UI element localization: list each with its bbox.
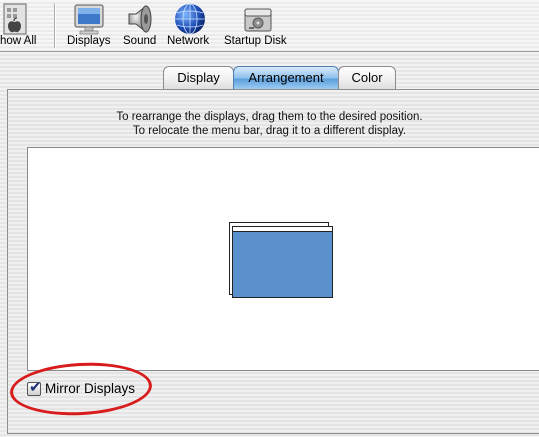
instruction-line-2: To relocate the menu bar, drag it to a d… — [132, 125, 407, 137]
tab-arrangement[interactable]: Arrangement — [233, 66, 339, 89]
startup-disk-label: Startup Disk — [224, 35, 287, 47]
show-all-button[interactable]: how All — [0, 0, 42, 52]
startup-disk-button[interactable]: Startup Disk — [222, 0, 292, 52]
sound-icon — [128, 4, 152, 34]
network-button[interactable]: Network — [166, 0, 216, 52]
show-all-label: how All — [0, 35, 37, 47]
tab-display[interactable]: Display — [163, 66, 234, 89]
displays-label: Displays — [67, 35, 111, 47]
startup-disk-icon — [244, 8, 272, 32]
network-label: Network — [167, 35, 210, 47]
sound-label: Sound — [123, 35, 157, 47]
instruction-line-1: To rearrange the displays, drag them to … — [116, 111, 423, 123]
displays-icon — [74, 4, 104, 35]
sound-button[interactable]: Sound — [121, 0, 161, 52]
window: how All Displays Sound Network Startup D… — [0, 0, 539, 437]
toolbar: how All Displays Sound Network Startup D… — [0, 0, 539, 52]
apple-icon — [3, 3, 27, 35]
displays-button[interactable]: Displays — [65, 0, 113, 52]
tab-color[interactable]: Color — [338, 66, 396, 89]
toolbar-separator — [54, 4, 55, 48]
menu-bar-handle[interactable] — [233, 227, 332, 232]
network-globe-icon — [175, 3, 205, 35]
display-thumbnail[interactable] — [232, 226, 333, 298]
